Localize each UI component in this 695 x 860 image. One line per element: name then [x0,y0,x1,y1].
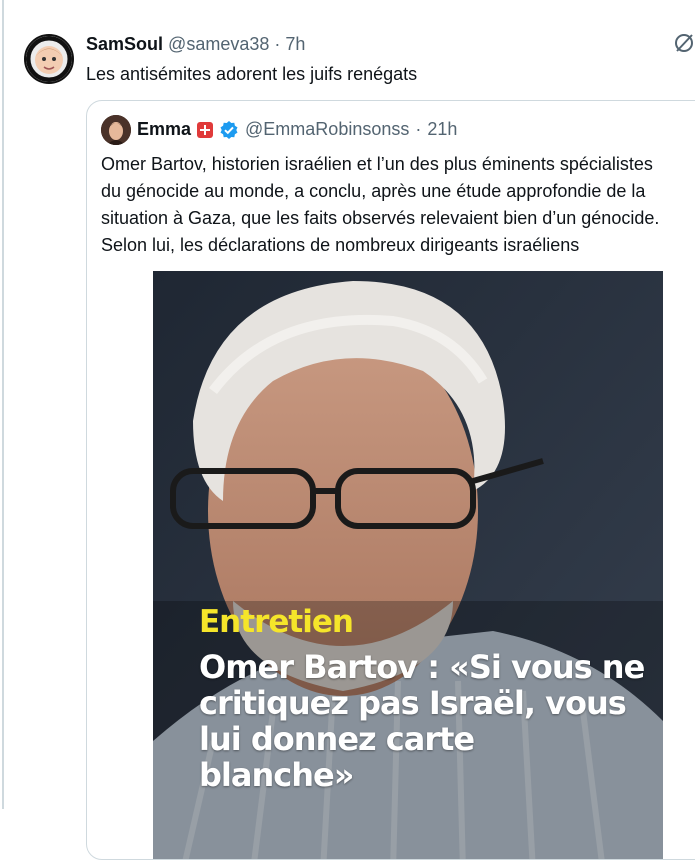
media-kicker: Entretien [199,604,354,640]
media-title-line: critiquez pas Israël, vous [199,684,627,722]
quote-avatar[interactable] [101,115,131,145]
handle[interactable]: @sameva38 [168,34,269,54]
avatar-image [26,36,72,82]
tweet-text: Les antisémites adorent les juifs renéga… [86,64,418,84]
media-title-line: blanche» [199,756,354,794]
tweet-header: SamSoul @sameva38 · 7h [86,34,305,55]
quote-handle[interactable]: @EmmaRobinsonss [245,119,409,140]
quote-header: Emma @EmmaRobinsonss · 21h [137,119,457,140]
quote-timestamp[interactable]: 21h [427,119,457,140]
media-title-line: lui donnez carte [199,720,475,758]
display-name[interactable]: SamSoul [86,34,163,54]
avatar[interactable] [24,34,74,84]
swiss-flag-icon [197,121,214,138]
quote-text: Omer Bartov, historien israélien et l’un… [101,151,695,259]
quote-display-name[interactable]: Emma [137,119,191,140]
quote-avatar-image [101,115,131,145]
verified-badge-icon[interactable] [219,120,239,140]
grok-icon[interactable] [673,32,695,54]
quote-text-line: Selon lui, les déclarations de nombreux … [101,235,580,255]
timestamp[interactable]: 7h [285,34,305,54]
quote-media-image[interactable]: Entretien Omer Bartov : «Si vous ne crit… [153,271,663,859]
separator-dot: · [274,34,281,54]
quote-separator-dot: · [415,119,422,139]
tweet[interactable]: SamSoul @sameva38 · 7h Les antisémites a… [0,0,695,860]
media-title: Omer Bartov : «Si vous ne critiquez pas … [199,648,645,794]
quote-text-line: Omer Bartov, historien israélien et l’un… [101,154,653,174]
quote-text-line: du génocide au monde, a conclu, après un… [101,181,646,201]
media-title-line: Omer Bartov : «Si vous ne [199,648,645,686]
quoted-tweet[interactable]: Emma @EmmaRobinsonss · 21h Omer Bartov, … [86,100,695,860]
quote-text-line: situation à Gaza, que les faits observés… [101,208,660,228]
